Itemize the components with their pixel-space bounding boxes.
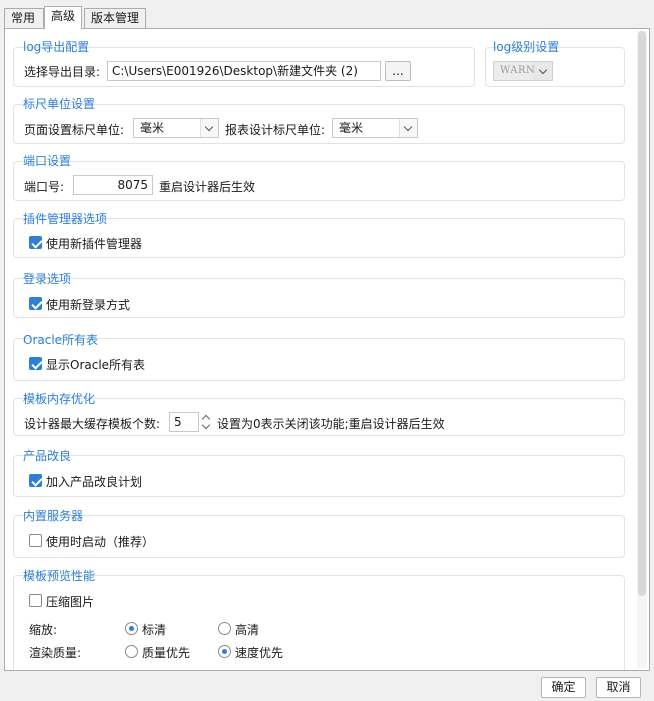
chevron-down-icon xyxy=(200,119,218,137)
export-dir-label: 选择导出目录: xyxy=(24,65,101,79)
port-title: 端口设置 xyxy=(23,154,72,168)
report-ruler-select[interactable]: 毫米 xyxy=(332,118,418,138)
zoom-label: 缩放: xyxy=(29,623,58,637)
zoom-hd-radio[interactable] xyxy=(218,622,231,635)
ruler-title: 标尺单位设置 xyxy=(23,97,96,111)
settings-panel: log导出配置 选择导出目录: C:\Users\E001926\Desktop… xyxy=(4,28,650,671)
compress-checkbox-label: 压缩图片 xyxy=(46,595,95,609)
tab-version-management[interactable]: 版本管理 xyxy=(84,8,146,28)
port-label: 端口号: xyxy=(24,180,65,194)
server-title: 内置服务器 xyxy=(23,509,84,523)
plugin-checkbox-label: 使用新插件管理器 xyxy=(46,237,143,251)
login-checkbox[interactable] xyxy=(29,297,42,310)
port-note: 重启设计器后生效 xyxy=(159,180,256,194)
oracle-checkbox-label: 显示Oracle所有表 xyxy=(46,358,146,372)
render-quality-radio[interactable] xyxy=(125,645,138,658)
improve-checkbox[interactable] xyxy=(29,474,42,487)
oracle-checkbox[interactable] xyxy=(29,357,42,370)
render-speed-label: 速度优先 xyxy=(235,646,284,660)
report-ruler-value: 毫米 xyxy=(339,121,364,135)
render-label: 渲染质量: xyxy=(29,646,82,660)
server-checkbox-label: 使用时启动（推荐） xyxy=(46,535,155,549)
cancel-button[interactable]: 取消 xyxy=(596,677,641,698)
zoom-hd-label: 高清 xyxy=(235,623,260,637)
server-checkbox[interactable] xyxy=(29,534,42,547)
page-ruler-select[interactable]: 毫米 xyxy=(133,118,219,138)
port-input[interactable]: 8075 xyxy=(73,175,153,195)
cache-count-stepper[interactable] xyxy=(199,412,213,432)
log-level-value: WARN xyxy=(500,65,536,76)
report-ruler-label: 报表设计标尺单位: xyxy=(225,123,326,137)
render-quality-label: 质量优先 xyxy=(142,646,191,660)
compress-checkbox[interactable] xyxy=(29,594,42,607)
page-ruler-value: 毫米 xyxy=(140,121,165,135)
chevron-down-icon xyxy=(534,62,552,80)
tab-common[interactable]: 常用 xyxy=(4,8,44,28)
chevron-down-icon[interactable] xyxy=(199,422,213,432)
zoom-sd-radio[interactable] xyxy=(125,622,138,635)
login-title: 登录选项 xyxy=(23,272,72,286)
memory-note: 设置为0表示关闭该功能;重启设计器后生效 xyxy=(217,417,445,431)
export-dir-field[interactable]: C:\Users\E001926\Desktop\新建文件夹 (2) xyxy=(107,61,381,81)
ok-button[interactable]: 确定 xyxy=(541,677,586,698)
chevron-down-icon xyxy=(399,119,417,137)
log-export-title: log导出配置 xyxy=(23,40,90,54)
memory-title: 模板内存优化 xyxy=(23,392,96,406)
plugin-title: 插件管理器选项 xyxy=(23,212,108,226)
tab-advanced[interactable]: 高级 xyxy=(44,6,82,29)
login-checkbox-label: 使用新登录方式 xyxy=(46,298,131,312)
preview-title: 模板预览性能 xyxy=(23,569,96,583)
plugin-checkbox[interactable] xyxy=(29,236,42,249)
vertical-scrollbar[interactable] xyxy=(637,31,647,668)
page-ruler-label: 页面设置标尺单位: xyxy=(24,123,125,137)
zoom-sd-label: 标清 xyxy=(142,623,167,637)
cache-count-input[interactable]: 5 xyxy=(169,412,199,432)
improve-title: 产品改良 xyxy=(23,449,72,463)
memory-label: 设计器最大缓存模板个数: xyxy=(24,417,161,431)
render-speed-radio[interactable] xyxy=(218,645,231,658)
preview-group xyxy=(13,575,625,670)
oracle-title: Oracle所有表 xyxy=(23,333,99,347)
log-level-title: log级别设置 xyxy=(493,40,560,54)
browse-button[interactable]: ... xyxy=(385,61,411,81)
scrollbar-thumb[interactable] xyxy=(638,31,646,596)
improve-checkbox-label: 加入产品改良计划 xyxy=(46,475,143,489)
log-level-select[interactable]: WARN xyxy=(493,61,553,81)
